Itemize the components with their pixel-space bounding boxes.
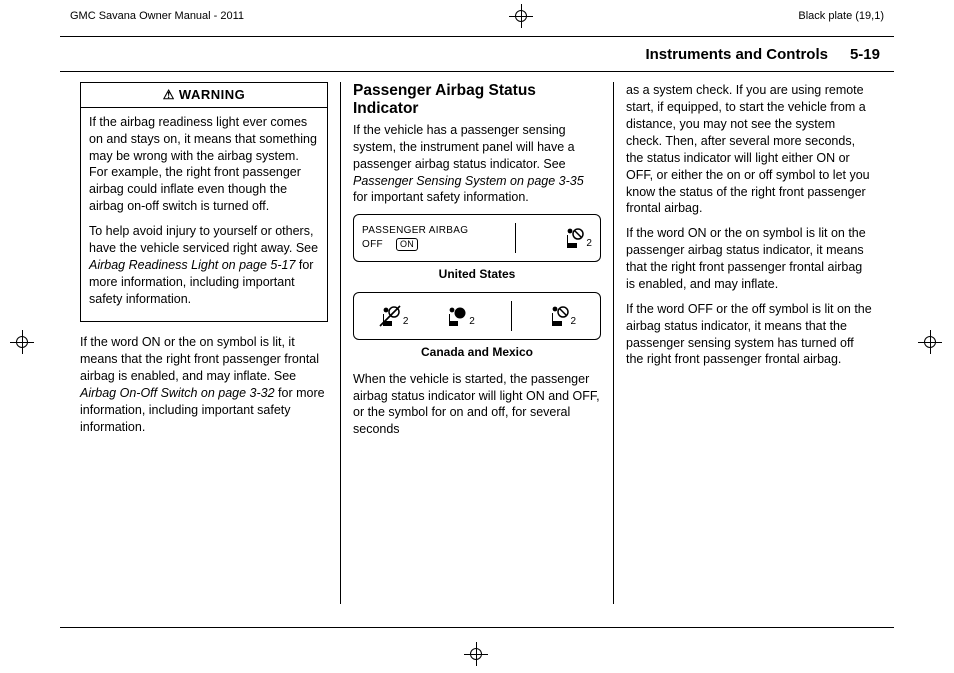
caption-us: United States <box>353 266 601 282</box>
col2-paragraph-1: If the vehicle has a passenger sensing s… <box>353 122 601 206</box>
plate-label: Black plate (19,1) <box>798 9 884 24</box>
column-2: Passenger Airbag Status Indicator If the… <box>340 82 613 604</box>
icon-subscript: 2 <box>571 315 577 329</box>
indicator-us-line1: PASSENGER AIRBAG <box>362 225 468 238</box>
registration-mark-top <box>509 4 533 28</box>
registration-mark-bottom <box>464 642 490 668</box>
indicator-panel-canada-mexico: 2 2 <box>353 292 601 340</box>
warning-paragraph-2: To help avoid injury to yourself or othe… <box>89 223 319 307</box>
registration-mark-left <box>10 330 36 356</box>
print-header: GMC Savana Owner Manual - 2011 Black pla… <box>0 0 954 30</box>
page-number: 5-19 <box>850 45 880 65</box>
col2-paragraph-2: When the vehicle is started, the passeng… <box>353 371 601 439</box>
warning-body: If the airbag readiness light ever comes… <box>81 108 327 322</box>
col3-paragraph-2: If the word ON or the on symbol is lit o… <box>626 225 874 293</box>
seated-passenger-airbag-icon: 2 <box>548 304 577 328</box>
icon-subscript: 2 <box>586 237 592 251</box>
registration-mark-right <box>918 330 944 356</box>
column-3: as a system check. If you are using remo… <box>613 82 886 604</box>
indicator-us-off-text: OFF <box>362 239 383 250</box>
warning-label: WARNING <box>179 87 245 102</box>
xref-airbag-readiness-light: Airbag Readiness Light on page 5‑17 <box>89 258 295 272</box>
caption-canada-mexico: Canada and Mexico <box>353 344 601 360</box>
warning-paragraph-1: If the airbag readiness light ever comes… <box>89 114 319 215</box>
running-head: Instruments and Controls 5-19 <box>60 45 894 72</box>
airbag-off-icon: 2 <box>378 304 409 328</box>
indicator-panel-us: PASSENGER AIRBAG OFF ON 2 <box>353 214 601 262</box>
column-1: ⚠ WARNING If the airbag readiness light e… <box>68 82 340 604</box>
indicator-divider <box>515 223 516 253</box>
col3-paragraph-1: as a system check. If you are using remo… <box>626 82 874 217</box>
warning-heading: ⚠ WARNING <box>81 83 327 108</box>
col1-p-lead: If the word ON or the on symbol is lit, … <box>80 335 319 383</box>
section-title: Passenger Airbag Status Indicator <box>353 82 601 118</box>
warning-box: ⚠ WARNING If the airbag readiness light e… <box>80 82 328 322</box>
icon-subscript: 2 <box>403 315 409 329</box>
page-frame: Instruments and Controls 5-19 ⚠ WARNING I… <box>60 36 894 628</box>
section-name: Instruments and Controls <box>645 45 828 65</box>
xref-passenger-sensing-system: Passenger Sensing System on page 3‑35 <box>353 174 584 188</box>
col2-p1-tail: for important safety information. <box>353 190 529 204</box>
col1-paragraph: If the word ON or the on symbol is lit, … <box>80 334 328 435</box>
xref-airbag-onoff-switch: Airbag On-Off Switch on page 3‑32 <box>80 386 275 400</box>
col3-paragraph-3: If the word OFF or the off symbol is lit… <box>626 301 874 369</box>
indicator-us-text: PASSENGER AIRBAG OFF ON <box>362 225 468 251</box>
icon-subscript: 2 <box>469 315 475 329</box>
airbag-on-icon: 2 <box>444 304 475 328</box>
text-columns: ⚠ WARNING If the airbag readiness light e… <box>60 82 894 604</box>
warning-p2-lead: To help avoid injury to yourself or othe… <box>89 224 318 255</box>
manual-title: GMC Savana Owner Manual - 2011 <box>70 9 244 24</box>
seated-passenger-airbag-icon: 2 <box>563 226 592 250</box>
col2-p1-lead: If the vehicle has a passenger sensing s… <box>353 123 575 171</box>
indicator-us-line2-row: OFF ON <box>362 238 468 252</box>
warning-triangle-icon: ⚠ <box>163 86 175 104</box>
indicator-divider <box>511 301 512 331</box>
indicator-us-on-pill: ON <box>396 238 418 251</box>
